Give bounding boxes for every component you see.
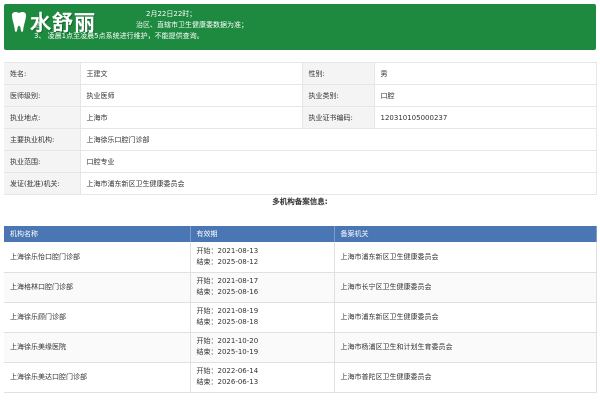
value-category: 口腔: [374, 84, 597, 107]
notice-banner: 水舒丽 2月22日22时； 信治区、直辖市卫生健康委数据为准； 3、 凌晨1点至…: [4, 4, 596, 50]
label-category: 执业类别:: [302, 84, 375, 107]
validity-end: 结束：2025-08-12: [196, 257, 259, 266]
header-validity: 有效期: [190, 226, 335, 242]
label-scope: 执业范围:: [4, 150, 81, 173]
info-row-institution: 主要执业机构: 上海徐乐口腔门诊部: [4, 128, 597, 151]
registry-authority: 上海市普陀区卫生健康委员会: [334, 362, 597, 393]
table-row: 上海徐乐顾门诊部 开始：2021-08-19 结束：2025-08-18 上海市浦…: [4, 302, 597, 333]
validity-start: 开始：2021-08-17: [196, 277, 259, 285]
notice-line-1: 2月22日22时；: [146, 10, 197, 18]
value-location: 上海市: [80, 106, 303, 129]
value-name: 王建文: [80, 62, 303, 85]
doctor-info-table: 姓名: 王建文 性别: 男 医师级别: 执业医师 执业类别: 口腔 执业地点: …: [4, 62, 597, 195]
validity-period: 开始：2021-08-13 结束：2025-08-12: [190, 242, 335, 273]
institution-name: 上海徐乐顾门诊部: [4, 302, 191, 333]
info-row-level: 医师级别: 执业医师 执业类别: 口腔: [4, 84, 597, 107]
value-scope: 口腔专业: [80, 150, 597, 173]
table-row: 上海徐乐怡口腔门诊部 开始：2021-08-13 结束：2025-08-12 上海…: [4, 242, 597, 273]
validity-start: 开始：2022-06-14: [196, 367, 259, 375]
registry-authority: 上海市杨浦区卫生和计划生育委员会: [334, 332, 597, 363]
info-row-name: 姓名: 王建文 性别: 男: [4, 62, 597, 85]
value-cert-code: 120310105000237: [374, 106, 597, 129]
multi-institution-table: 机构名称 有效期 备案机关 上海徐乐怡口腔门诊部 开始：2021-08-13 结束…: [4, 226, 597, 393]
validity-end: 结束：2025-08-16: [196, 288, 259, 296]
institution-name: 上海格林口腔门诊部: [4, 272, 191, 303]
validity-start: 开始：2021-10-20: [196, 337, 259, 345]
validity-start: 开始：2021-08-13: [196, 246, 259, 255]
table-row: 上海格林口腔门诊部 开始：2021-08-17 结束：2025-08-16 上海市…: [4, 272, 597, 303]
label-gender: 性别:: [302, 62, 375, 85]
registry-authority: 上海市浦东新区卫生健康委员会: [334, 242, 597, 273]
info-row-issuer: 发证(批准)机关: 上海市浦东新区卫生健康委员会: [4, 172, 597, 195]
value-gender: 男: [374, 62, 597, 85]
header-institution-name: 机构名称: [4, 226, 191, 242]
validity-end: 结束：2025-10-19: [196, 348, 259, 356]
validity-end: 结束：2025-08-18: [196, 318, 259, 326]
info-row-scope: 执业范围: 口腔专业: [4, 150, 597, 173]
label-institution: 主要执业机构:: [4, 128, 81, 151]
tooth-logo-icon: [10, 11, 28, 33]
multi-institution-title: 多机构备案信息:: [272, 197, 328, 206]
validity-end: 结束：2026-06-13: [196, 378, 259, 386]
validity-period: 开始：2021-08-19 结束：2025-08-18: [190, 302, 335, 333]
validity-period: 开始：2021-10-20 结束：2025-10-19: [190, 332, 335, 363]
notice-line-3: 3、 凌晨1点至凌晨5点系统进行维护，不能提供查询。: [34, 32, 204, 40]
value-institution: 上海徐乐口腔门诊部: [80, 128, 597, 151]
value-level: 执业医师: [80, 84, 303, 107]
label-issuer: 发证(批准)机关:: [4, 172, 81, 195]
info-row-location: 执业地点: 上海市 执业证书编码: 120310105000237: [4, 106, 597, 129]
label-level: 医师级别:: [4, 84, 81, 107]
validity-period: 开始：2021-08-17 结束：2025-08-16: [190, 272, 335, 303]
institution-name: 上海徐乐美缘医院: [4, 332, 191, 363]
institution-name: 上海徐乐怡口腔门诊部: [4, 242, 191, 273]
table-header-row: 机构名称 有效期 备案机关: [4, 226, 597, 242]
registry-authority: 上海市浦东新区卫生健康委员会: [334, 302, 597, 333]
label-location: 执业地点:: [4, 106, 81, 129]
label-cert-code: 执业证书编码:: [302, 106, 375, 129]
label-name: 姓名:: [4, 62, 81, 85]
validity-start: 开始：2021-08-19: [196, 307, 259, 315]
institution-name: 上海徐乐美达口腔门诊部: [4, 362, 191, 393]
notice-text: 2月22日22时； 信治区、直辖市卫生健康委数据为准； 3、 凌晨1点至凌晨5点…: [34, 9, 588, 42]
table-row: 上海徐乐美缘医院 开始：2021-10-20 结束：2025-10-19 上海市杨…: [4, 332, 597, 363]
notice-line-2: 信治区、直辖市卫生健康委数据为准；: [34, 21, 248, 29]
header-registry-authority: 备案机关: [334, 226, 597, 242]
table-row: 上海徐乐美达口腔门诊部 开始：2022-06-14 结束：2026-06-13 上…: [4, 362, 597, 393]
value-issuer: 上海市浦东新区卫生健康委员会: [80, 172, 597, 195]
validity-period: 开始：2022-06-14 结束：2026-06-13: [190, 362, 335, 393]
registry-authority: 上海市长宁区卫生健康委员会: [334, 272, 597, 303]
